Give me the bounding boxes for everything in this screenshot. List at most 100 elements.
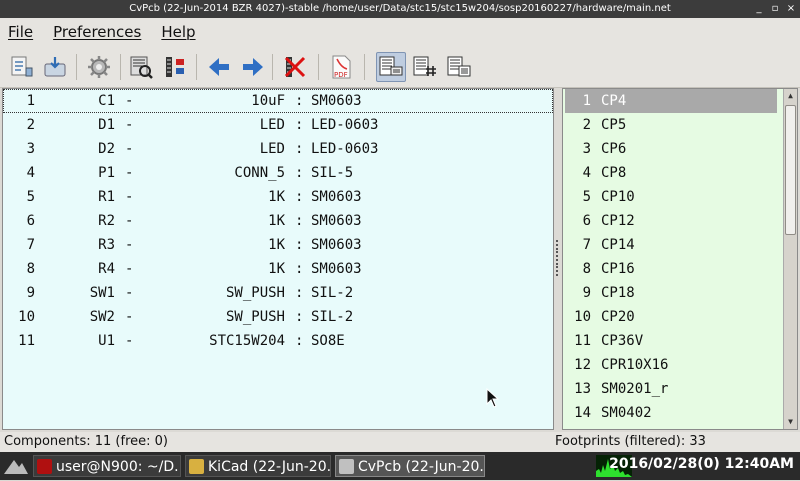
scroll-thumb[interactable] [785,105,796,235]
component-row[interactable]: 2 D1- LED: LED-0603 [3,113,553,137]
task-label: KiCad (22-Jun-20... [208,459,331,475]
component-number: 10 [18,309,35,325]
component-number: 4 [26,165,35,181]
footprint-number: 4 [582,165,591,181]
footprint-name: SM0201_r [601,381,669,397]
component-colon: : [295,141,304,157]
component-row[interactable]: 1 C1- 10uF: SM0603 [3,89,553,113]
pdf-doc-icon[interactable]: PDF [326,52,356,82]
component-separator: - [125,117,134,133]
filter-by-pins-icon[interactable] [410,52,440,82]
task-app-icon [189,459,204,474]
component-reference: U1 [98,333,115,349]
footprint-name: CP20 [601,309,635,325]
footprint-row[interactable]: 4 CP8 [565,161,777,185]
footprint-number: 7 [582,237,591,253]
component-colon: : [295,261,304,277]
components-list[interactable]: 1 C1-10uF: SM0603 2 D1- LED: LED-0603 3 D2- LED: L… [2,88,554,430]
footprint-row[interactable]: 6 CP12 [565,209,777,233]
footprint-number: 10 [574,309,591,325]
taskbar-task[interactable]: CvPcb (22-Jun-20... [335,455,485,477]
footprint-name: CPR10X16 [601,357,669,373]
scroll-down-icon[interactable]: ▼ [784,415,797,429]
component-separator: - [125,141,134,157]
menu-help[interactable]: Help [161,23,195,41]
footprint-number: 12 [574,357,591,373]
component-colon: : [295,213,304,229]
start-menu-icon[interactable] [2,456,30,476]
components-status: Components: 11 (free: 0) [4,434,168,449]
component-row[interactable]: 9 SW1- SW_PUSH: SIL-2 [3,281,553,305]
footprint-name: CP5 [601,117,627,133]
footprint-number: 9 [582,285,591,301]
component-footprint: SM0603 [311,261,362,277]
component-footprint: SIL-5 [311,165,354,181]
filter-by-keyword-icon[interactable] [376,52,406,82]
component-footprint: SM0603 [311,213,362,229]
component-value: STC15W204 [209,333,285,349]
component-colon: : [295,333,304,349]
export-icon[interactable] [40,52,70,82]
footprint-number: 2 [582,117,591,133]
delete-associations-icon[interactable] [280,52,310,82]
footprint-row[interactable]: 8 CP16 [565,257,777,281]
footprint-row[interactable]: 5 CP10 [565,185,777,209]
component-number: 9 [26,285,35,301]
filter-by-library-icon[interactable] [444,52,474,82]
footprint-name: CP8 [601,165,627,181]
title-bar: CvPcb (22-Jun-2014 BZR 4027)-stable /hom… [0,0,800,18]
mouse-cursor-icon [486,387,500,412]
footprint-name: CP18 [601,285,635,301]
component-value: LED [259,141,285,157]
component-value: SW_PUSH [225,285,285,301]
component-row[interactable]: 3 D2- LED: LED-0603 [3,137,553,161]
footprint-row[interactable]: 13 SM0201_r [565,377,777,401]
scroll-up-icon[interactable]: ▲ [784,89,797,103]
component-footprint: LED-0603 [311,117,379,133]
footprint-row[interactable]: 14 SM0402 [565,401,777,425]
menu-preferences[interactable]: Preferences [53,23,141,41]
config-icon[interactable] [84,52,114,82]
component-value: 1K [268,237,285,253]
taskbar-task[interactable]: KiCad (22-Jun-20... [185,455,331,477]
component-row[interactable]: 7 R3- 1K: SM0603 [3,233,553,257]
maximize-button[interactable]: ▫ [770,0,780,18]
footprints-scrollbar[interactable]: ▲ ▼ [783,89,797,429]
task-app-icon [37,459,52,474]
component-row[interactable]: 10 SW2- SW_PUSH: SIL-2 [3,305,553,329]
minimize-button[interactable]: _ [754,0,764,18]
footprint-row[interactable]: 10 CP20 [565,305,777,329]
save-netlist-icon[interactable] [8,52,38,82]
menu-file[interactable]: File [8,23,33,41]
footprint-row[interactable]: 1 CP4 [565,89,777,113]
footprint-row[interactable]: 7 CP14 [565,233,777,257]
next-icon[interactable] [238,52,268,82]
component-row[interactable]: 5 R1- 1K: SM0603 [3,185,553,209]
component-row[interactable]: 11 U1- STC15W204: SO8E [3,329,553,353]
window-title: CvPcb (22-Jun-2014 BZR 4027)-stable /hom… [129,3,671,14]
component-reference: D1 [98,117,115,133]
component-row[interactable]: 4 P1- CONN_5: SIL-5 [3,161,553,185]
component-footprint: SM0603 [311,237,362,253]
auto-associate-icon[interactable] [160,52,190,82]
footprint-row[interactable]: 12 CPR10X16 [565,353,777,377]
footprints-list[interactable]: 14 SM0402 13 SM0201_r 12 CPR10X16 11 CP36V 10 CP2… [562,88,798,430]
clock: 2016/02/28(0) 12:40AM [609,456,794,472]
component-reference: C1 [98,93,115,109]
splitter-handle[interactable] [556,240,560,276]
task-app-icon [339,459,354,474]
footprint-row[interactable]: 3 CP6 [565,137,777,161]
view-footprint-icon[interactable] [126,52,156,82]
footprint-row[interactable]: 11 CP36V [565,329,777,353]
close-button[interactable]: × [786,0,796,18]
component-footprint: SIL-2 [311,285,354,301]
prev-icon[interactable] [204,52,234,82]
component-separator: - [125,237,134,253]
component-row[interactable]: 6 R2- 1K: SM0603 [3,209,553,233]
footprint-number: 11 [574,333,591,349]
taskbar-task[interactable]: user@N900: ~/D... [33,455,181,477]
footprint-row[interactable]: 2 CP5 [565,113,777,137]
component-row[interactable]: 8 R4- 1K: SM0603 [3,257,553,281]
component-reference: R3 [98,237,115,253]
footprint-row[interactable]: 9 CP18 [565,281,777,305]
